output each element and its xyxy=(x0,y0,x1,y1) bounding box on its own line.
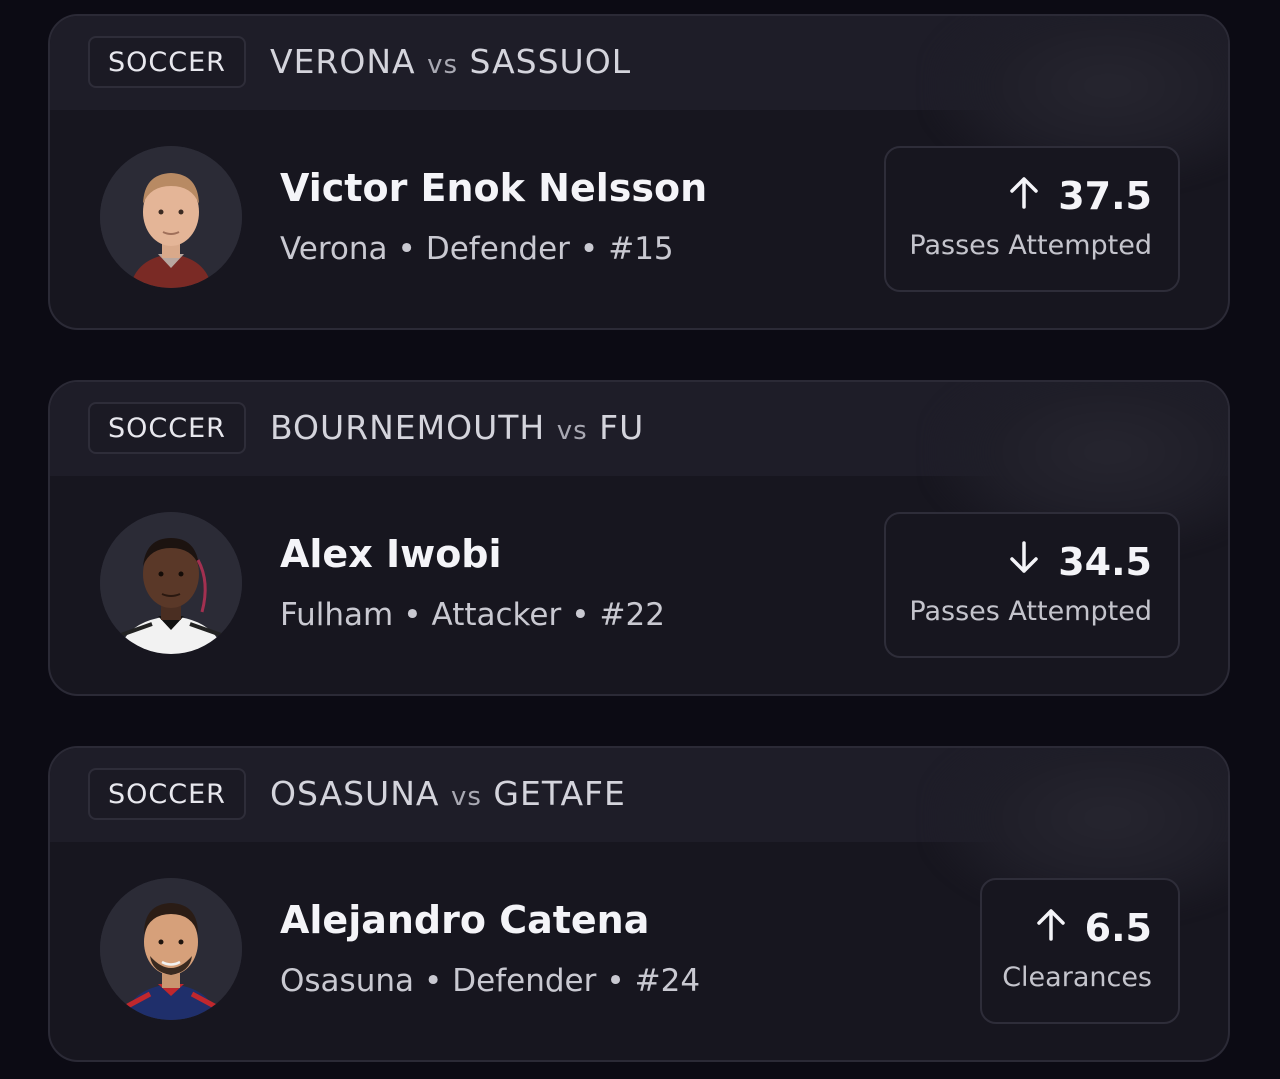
away-team: GETAFE xyxy=(493,774,626,813)
player-name: Victor Enok Nelsson xyxy=(280,166,708,210)
player-avatar xyxy=(100,512,242,654)
player-avatar xyxy=(100,878,242,1020)
player-name: Alejandro Catena xyxy=(280,898,650,942)
vs-label: vs xyxy=(427,50,459,80)
home-team: VERONA xyxy=(270,42,416,81)
projection-line: 34.5 xyxy=(1058,540,1152,584)
projection-box[interactable]: 6.5 Clearances xyxy=(980,878,1180,1024)
player-position: Attacker xyxy=(431,597,562,633)
player-team: Verona xyxy=(280,231,388,267)
player-number: #24 xyxy=(634,963,701,999)
projection-value-row: 6.5 xyxy=(1035,906,1152,950)
sport-badge: SOCCER xyxy=(88,36,246,88)
player-team: Osasuna xyxy=(280,963,414,999)
card-header: SOCCER BOURNEMOUTH vs FU xyxy=(50,382,1228,552)
home-team: OSASUNA xyxy=(270,774,440,813)
away-team: SASSUOL xyxy=(469,42,632,81)
player-name: Alex Iwobi xyxy=(280,532,502,576)
matchup-title: OSASUNA vs GETAFE xyxy=(270,774,642,813)
projection-line: 37.5 xyxy=(1058,174,1152,218)
arrow-down-icon xyxy=(1008,540,1040,584)
player-team: Fulham xyxy=(280,597,394,633)
separator: • xyxy=(424,963,443,999)
projection-value-row: 34.5 xyxy=(1008,540,1152,584)
projection-box[interactable]: 34.5 Passes Attempted xyxy=(884,512,1180,658)
projection-value-row: 37.5 xyxy=(1008,174,1152,218)
card-header: SOCCER VERONA vs SASSUOL xyxy=(50,16,1228,186)
pick-card-3[interactable]: SOCCER OSASUNA vs GETAFE Alejandro Caten… xyxy=(48,746,1230,1062)
stat-label: Passes Attempted xyxy=(909,596,1152,627)
separator: • xyxy=(606,963,625,999)
matchup-title: VERONA vs SASSUOL xyxy=(270,42,642,81)
projection-line: 6.5 xyxy=(1084,906,1152,950)
sport-badge: SOCCER xyxy=(88,402,246,454)
pick-card-2[interactable]: SOCCER BOURNEMOUTH vs FU Alex Iwobi Fulh… xyxy=(48,380,1230,696)
vs-label: vs xyxy=(450,782,482,812)
matchup-title: BOURNEMOUTH vs FU xyxy=(270,408,642,447)
player-position: Defender xyxy=(452,963,597,999)
player-number: #15 xyxy=(608,231,674,267)
stat-label: Clearances xyxy=(1002,962,1152,993)
player-avatar xyxy=(100,146,242,288)
arrow-up-icon xyxy=(1035,906,1067,950)
away-team: FU xyxy=(599,408,642,447)
arrow-up-icon xyxy=(1008,174,1040,218)
vs-label: vs xyxy=(556,416,588,446)
player-number: #22 xyxy=(599,597,665,633)
sport-badge: SOCCER xyxy=(88,768,246,820)
separator: • xyxy=(403,597,422,633)
card-header: SOCCER OSASUNA vs GETAFE xyxy=(50,748,1228,918)
home-team: BOURNEMOUTH xyxy=(270,408,546,447)
separator: • xyxy=(571,597,590,633)
player-position: Defender xyxy=(425,231,570,267)
player-info: Verona • Defender • #15 xyxy=(280,231,674,267)
projection-box[interactable]: 37.5 Passes Attempted xyxy=(884,146,1180,292)
separator: • xyxy=(579,231,599,267)
player-info: Fulham • Attacker • #22 xyxy=(280,597,665,633)
separator: • xyxy=(397,231,416,267)
stat-label: Passes Attempted xyxy=(909,230,1152,261)
player-info: Osasuna • Defender • #24 xyxy=(280,963,700,999)
pick-card-1[interactable]: SOCCER VERONA vs SASSUOL Victor Enok Nel… xyxy=(48,14,1230,330)
